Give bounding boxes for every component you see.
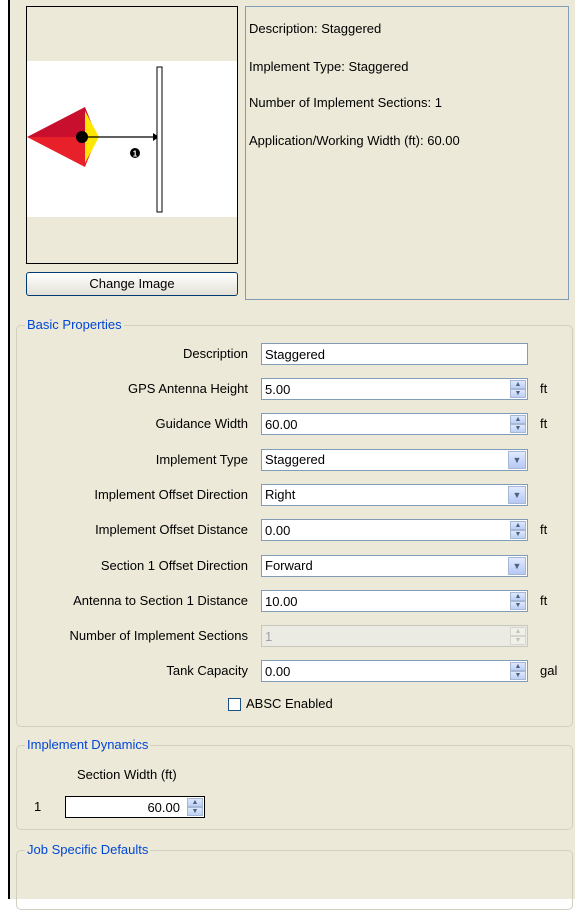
spin-up-icon[interactable]: ▲ [187, 798, 203, 807]
spin-up-icon[interactable]: ▲ [510, 415, 526, 424]
description-input[interactable] [261, 343, 528, 365]
chevron-down-icon[interactable]: ▼ [508, 486, 526, 504]
spin-down-icon[interactable]: ▼ [510, 671, 526, 680]
spin-down-icon[interactable]: ▼ [510, 601, 526, 610]
implement-type-select[interactable]: Staggered ▼ [261, 449, 528, 471]
summary-width: Application/Working Width (ft): 60.00 [249, 133, 460, 148]
spin-up-icon[interactable]: ▲ [510, 592, 526, 601]
summary-sections: Number of Implement Sections: 1 [249, 95, 442, 110]
number-of-sections-input [261, 625, 528, 647]
section-width-header: Section Width (ft) [77, 767, 177, 782]
spin-up-icon: ▲ [510, 627, 526, 636]
section-marker-number: 1 [133, 150, 138, 159]
section-width-stepper[interactable]: ▲▼ [65, 796, 205, 818]
spin-down-icon[interactable]: ▼ [510, 389, 526, 398]
job-specific-defaults-group: Job Specific Defaults [16, 842, 573, 910]
number-of-sections-label: Number of Implement Sections [69, 628, 248, 643]
chevron-down-icon[interactable]: ▼ [508, 451, 526, 469]
tank-capacity-input[interactable] [261, 660, 528, 682]
gps-antenna-height-label: GPS Antenna Height [128, 381, 248, 396]
basic-properties-title: Basic Properties [25, 317, 124, 332]
absc-enabled-checkbox[interactable] [228, 698, 241, 711]
gps-antenna-height-stepper[interactable]: ▲▼ [261, 378, 528, 400]
implement-summary-box: Description: Staggered Implement Type: S… [245, 6, 569, 300]
antenna-to-section1-input[interactable] [261, 590, 528, 612]
guidance-width-stepper[interactable]: ▲▼ [261, 413, 528, 435]
implement-diagram-svg: 1 [27, 66, 163, 213]
guidance-width-spin[interactable]: ▲ ▼ [510, 415, 526, 433]
gps-antenna-height-input[interactable] [261, 378, 528, 400]
implement-image-preview: 1 [26, 6, 238, 264]
spin-down-icon[interactable]: ▼ [510, 530, 526, 539]
description-label: Description [182, 346, 248, 361]
spin-down-icon: ▼ [510, 636, 526, 645]
chevron-down-icon[interactable]: ▼ [508, 557, 526, 575]
spin-up-icon[interactable]: ▲ [510, 521, 526, 530]
change-image-button[interactable]: Change Image [26, 272, 238, 296]
spin-down-icon[interactable]: ▼ [187, 807, 203, 816]
section-row-index: 1 [34, 799, 42, 814]
job-specific-defaults-title: Job Specific Defaults [25, 842, 151, 857]
implement-offset-distance-stepper[interactable]: ▲▼ [261, 519, 528, 541]
tank-capacity-unit: gal [540, 663, 558, 678]
summary-description: Description: Staggered [249, 21, 382, 36]
implement-offset-distance-label: Implement Offset Distance [95, 522, 248, 537]
antenna-to-section1-spin[interactable]: ▲ ▼ [510, 592, 526, 610]
number-of-sections-stepper: ▲▼ [261, 625, 528, 647]
antenna-to-section1-label: Antenna to Section 1 Distance [73, 593, 248, 608]
tank-capacity-label: Tank Capacity [166, 663, 248, 678]
implement-type-value[interactable]: Staggered [261, 449, 528, 471]
absc-enabled-label[interactable]: ABSC Enabled [246, 696, 333, 711]
guidance-width-label: Guidance Width [155, 416, 249, 431]
implement-bar [156, 66, 163, 213]
section1-offset-direction-value[interactable]: Forward [261, 555, 528, 577]
section1-offset-direction-select[interactable]: Forward ▼ [261, 555, 528, 577]
implement-offset-distance-unit: ft [540, 522, 548, 537]
gps-antenna-height-spin[interactable]: ▲ ▼ [510, 380, 526, 398]
number-of-sections-spin: ▲ ▼ [510, 627, 526, 645]
implement-dynamics-title: Implement Dynamics [25, 737, 151, 752]
implement-diagram: 1 [27, 61, 237, 217]
implement-properties-panel: 1 Change Image Description: Staggered Im… [8, 0, 575, 910]
spin-up-icon[interactable]: ▲ [510, 662, 526, 671]
spin-down-icon[interactable]: ▼ [510, 424, 526, 433]
tank-capacity-spin[interactable]: ▲ ▼ [510, 662, 526, 680]
antenna-to-section1-unit: ft [540, 593, 548, 608]
section-width-spin[interactable]: ▲ ▼ [187, 798, 203, 816]
spin-up-icon[interactable]: ▲ [510, 380, 526, 389]
guidance-width-input[interactable] [261, 413, 528, 435]
antenna-to-section1-stepper[interactable]: ▲▼ [261, 590, 528, 612]
implement-offset-distance-input[interactable] [261, 519, 528, 541]
implement-offset-direction-select[interactable]: Right ▼ [261, 484, 528, 506]
guidance-width-unit: ft [540, 416, 548, 431]
implement-offset-direction-label: Implement Offset Direction [94, 487, 248, 502]
summary-implement-type: Implement Type: Staggered [249, 59, 409, 74]
implement-offset-direction-value[interactable]: Right [261, 484, 528, 506]
section1-offset-direction-label: Section 1 Offset Direction [100, 558, 248, 573]
tank-capacity-stepper[interactable]: ▲▼ [261, 660, 528, 682]
implement-type-label: Implement Type [155, 452, 248, 467]
section-width-input[interactable] [65, 796, 205, 818]
gps-antenna-height-unit: ft [540, 381, 548, 396]
implement-offset-distance-spin[interactable]: ▲ ▼ [510, 521, 526, 539]
